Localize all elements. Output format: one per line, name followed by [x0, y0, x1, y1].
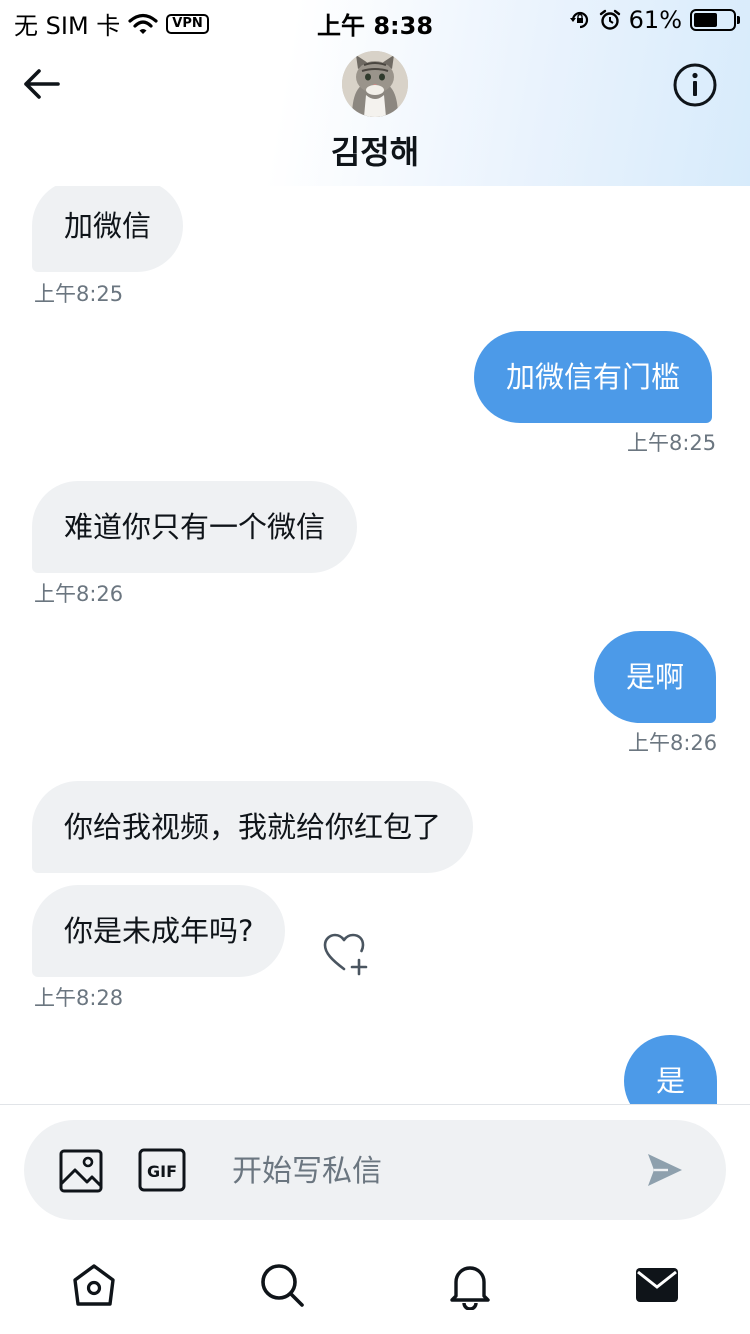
message-bubble-outgoing[interactable]: 是啊 — [594, 631, 717, 723]
message-timestamp: 上午8:26 — [34, 582, 124, 606]
cat-avatar-image — [342, 51, 408, 117]
rotation-lock-icon — [569, 11, 588, 29]
contact-avatar[interactable] — [342, 51, 408, 117]
image-icon[interactable] — [58, 1148, 104, 1194]
message-input[interactable] — [230, 1142, 634, 1200]
alarm-icon — [599, 9, 620, 30]
back-arrow-icon[interactable] — [20, 62, 64, 106]
home-icon[interactable] — [69, 1260, 119, 1310]
messages-mail-icon[interactable] — [632, 1260, 682, 1310]
search-icon[interactable] — [257, 1260, 307, 1310]
contact-name[interactable]: 김정해 — [0, 127, 750, 173]
info-icon[interactable] — [672, 62, 718, 108]
message-bubble-outgoing[interactable]: 是 — [624, 1035, 718, 1104]
battery-percent: 61% — [628, 6, 682, 34]
message-bubble-incoming[interactable]: 加微信 — [32, 180, 184, 272]
bottom-tab-bar — [0, 1240, 750, 1334]
gif-label: GIF — [147, 1162, 177, 1181]
conversation-header: 无 SIM 卡 VPN 上午 8:38 61% 김정해 — [0, 0, 750, 186]
message-composer: GIF — [24, 1120, 726, 1220]
gif-icon[interactable]: GIF — [138, 1148, 186, 1192]
notifications-bell-icon[interactable] — [445, 1260, 495, 1310]
message-timestamp: 上午8:25 — [34, 282, 124, 306]
message-bubble-outgoing[interactable]: 加微信有门槛 — [474, 331, 713, 423]
message-timestamp: 上午8:25 — [627, 431, 717, 455]
message-timestamp: 上午8:26 — [628, 731, 718, 755]
message-bubble-incoming[interactable]: 你是未成年吗? — [32, 885, 286, 977]
message-bubble-incoming[interactable]: 难道你只有一个微信 — [32, 481, 358, 573]
composer-divider — [0, 1104, 750, 1105]
status-bar: 无 SIM 卡 VPN 上午 8:38 61% — [0, 0, 750, 42]
message-timestamp: 上午8:28 — [34, 986, 124, 1010]
send-icon[interactable] — [644, 1150, 684, 1190]
message-bubble-incoming[interactable]: 你给我视频，我就给你红包了 — [32, 781, 474, 873]
heart-plus-icon[interactable] — [322, 931, 370, 977]
battery-icon — [690, 9, 740, 31]
